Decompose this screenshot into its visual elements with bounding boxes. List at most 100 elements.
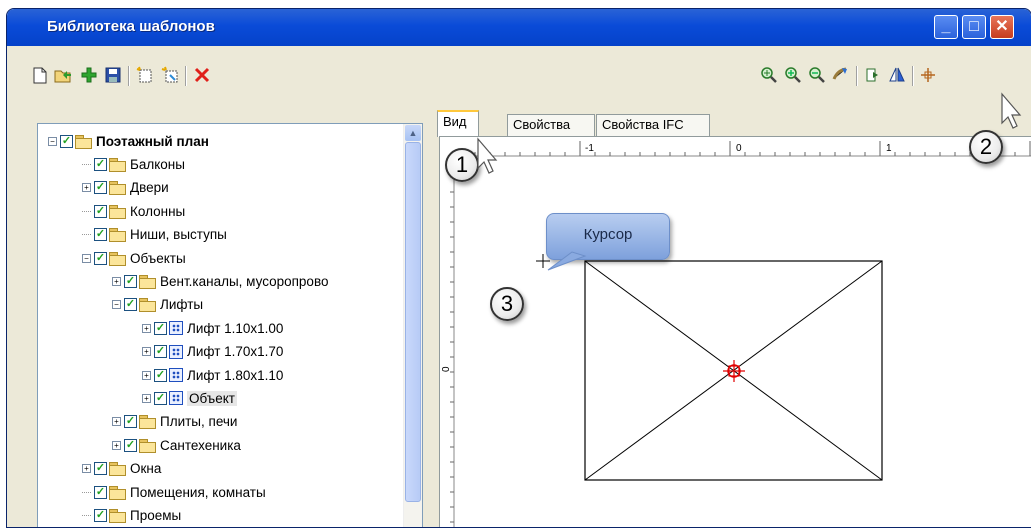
folder-icon <box>139 298 156 313</box>
badge-number: 3 <box>500 291 514 316</box>
checkbox[interactable]: ✓ <box>94 462 107 476</box>
badge-number: 1 <box>455 152 469 177</box>
tree-item[interactable]: ✓ Помещения, комнаты <box>82 481 266 503</box>
zoom-extents-icon[interactable] <box>759 65 779 85</box>
tree-item[interactable]: + ✓ Лифт 1.70x1.70 <box>142 341 283 363</box>
ruler-left-label: 0 <box>441 366 452 372</box>
checkbox[interactable]: ✓ <box>94 228 107 242</box>
checkbox[interactable]: ✓ <box>154 321 167 335</box>
folder-icon <box>109 181 126 196</box>
close-button[interactable]: ✕ <box>990 15 1014 39</box>
expand-icon[interactable]: + <box>142 370 151 380</box>
checkbox[interactable]: ✓ <box>94 157 107 171</box>
expand-icon[interactable]: + <box>112 276 121 286</box>
tree-item[interactable]: + ✓ Лифт 1.10x1.00 <box>142 317 283 339</box>
step-badge-3: 3 <box>490 287 524 321</box>
view-panel: -1 0 1 0 <box>439 136 1031 527</box>
expand-icon[interactable]: + <box>142 347 151 357</box>
folder-icon <box>139 274 156 289</box>
ruler-top-label: 1 <box>886 143 892 154</box>
tree-item[interactable]: + ✓ Сантехеника <box>112 434 241 456</box>
checkbox[interactable]: ✓ <box>124 298 137 312</box>
tree-item-label: Колонны <box>130 203 186 219</box>
minimize-button[interactable]: _ <box>934 15 958 39</box>
rotate-icon[interactable] <box>862 65 882 85</box>
folder-icon <box>109 251 126 266</box>
delete-icon[interactable] <box>192 65 212 85</box>
template-tree[interactable]: ▲ − ✓ Поэтажный план ✓ Балконы + ✓ Двери ✓ Колонн… <box>37 123 423 527</box>
mirror-icon[interactable] <box>887 65 907 85</box>
checkbox[interactable]: ✓ <box>94 181 107 195</box>
title-bar[interactable]: Библиотека шаблонов _ □ ✕ <box>7 9 1031 46</box>
checkbox[interactable]: ✓ <box>154 345 167 359</box>
tree-scrollbar[interactable]: ▲ <box>403 124 422 527</box>
checkbox[interactable]: ✓ <box>94 485 107 499</box>
tree-item[interactable]: + ✓ Объект <box>142 387 237 409</box>
scroll-thumb[interactable] <box>405 142 421 502</box>
collapse-icon[interactable]: − <box>48 136 57 146</box>
folder-icon <box>139 415 156 430</box>
minimize-icon: _ <box>941 18 951 35</box>
expand-icon[interactable]: + <box>142 323 151 333</box>
tree-line <box>82 210 91 212</box>
step-badge-2: 2 <box>969 130 1003 164</box>
tree-item[interactable]: − ✓ Объекты <box>82 247 186 269</box>
window-title: Библиотека шаблонов <box>47 18 215 35</box>
new-icon[interactable] <box>30 65 50 85</box>
checkbox[interactable]: ✓ <box>124 415 137 429</box>
expand-icon[interactable]: + <box>142 393 151 403</box>
open-icon[interactable] <box>54 65 74 85</box>
checkbox[interactable]: ✓ <box>124 274 137 288</box>
object-icon <box>169 344 183 359</box>
checkbox[interactable]: ✓ <box>154 368 167 382</box>
folder-icon <box>139 438 156 453</box>
tree-item[interactable]: + ✓ Двери <box>82 177 169 199</box>
tree-item-label: Ниши, выступы <box>130 227 227 243</box>
new-from-selection-icon[interactable] <box>135 65 155 85</box>
tree-line <box>82 491 91 493</box>
toolbar-separator <box>128 66 130 86</box>
tree-item[interactable]: + ✓ Лифт 1.80x1.10 <box>142 364 283 386</box>
checkbox[interactable]: ✓ <box>154 391 167 405</box>
tree-item[interactable]: ✓ Балконы <box>82 153 185 175</box>
tree-item[interactable]: − ✓ Поэтажный план <box>48 130 209 152</box>
tree-item[interactable]: + ✓ Окна <box>82 458 161 480</box>
tab-properties[interactable]: Свойства <box>507 114 595 136</box>
tab-view[interactable]: Вид <box>437 110 479 137</box>
tree-item[interactable]: ✓ Проемы <box>82 504 181 526</box>
tab-properties-ifc[interactable]: Свойства IFC <box>596 114 710 136</box>
expand-icon[interactable]: + <box>112 417 121 427</box>
tree-item-label: Проемы <box>130 507 182 523</box>
zoom-out-icon[interactable] <box>807 65 827 85</box>
checkbox[interactable]: ✓ <box>94 204 107 218</box>
pan-icon[interactable] <box>831 65 851 85</box>
tree-item[interactable]: ✓ Ниши, выступы <box>82 224 227 246</box>
update-icon[interactable] <box>160 65 180 85</box>
expand-icon[interactable]: + <box>112 440 121 450</box>
maximize-button[interactable]: □ <box>962 15 986 39</box>
collapse-icon[interactable]: − <box>112 300 121 310</box>
checkbox[interactable]: ✓ <box>94 508 107 522</box>
tree-item[interactable]: − ✓ Лифты <box>112 294 203 316</box>
expand-icon[interactable]: + <box>82 183 91 193</box>
add-icon[interactable] <box>79 65 99 85</box>
zoom-in-icon[interactable] <box>783 65 803 85</box>
tree-line <box>82 163 91 165</box>
tree-item-label: Плиты, печи <box>160 414 238 430</box>
cursor-callout: Курсор <box>546 213 670 260</box>
tree-item[interactable]: + ✓ Вент.каналы, мусоропрово <box>112 270 328 292</box>
collapse-icon[interactable]: − <box>82 253 91 263</box>
tree-item[interactable]: + ✓ Плиты, печи <box>112 411 237 433</box>
set-cursor-icon[interactable] <box>918 65 938 85</box>
save-icon[interactable] <box>103 65 123 85</box>
expand-icon[interactable]: + <box>82 464 91 474</box>
tree-item[interactable]: ✓ Колонны <box>82 200 185 222</box>
checkbox[interactable]: ✓ <box>124 438 137 452</box>
folder-icon <box>109 462 126 477</box>
tree-item-label: Помещения, комнаты <box>130 484 266 500</box>
checkbox[interactable]: ✓ <box>60 134 73 148</box>
scroll-up-icon[interactable]: ▲ <box>405 125 421 141</box>
checkbox[interactable]: ✓ <box>94 251 107 265</box>
maximize-icon: □ <box>969 18 979 35</box>
folder-icon <box>109 157 126 172</box>
